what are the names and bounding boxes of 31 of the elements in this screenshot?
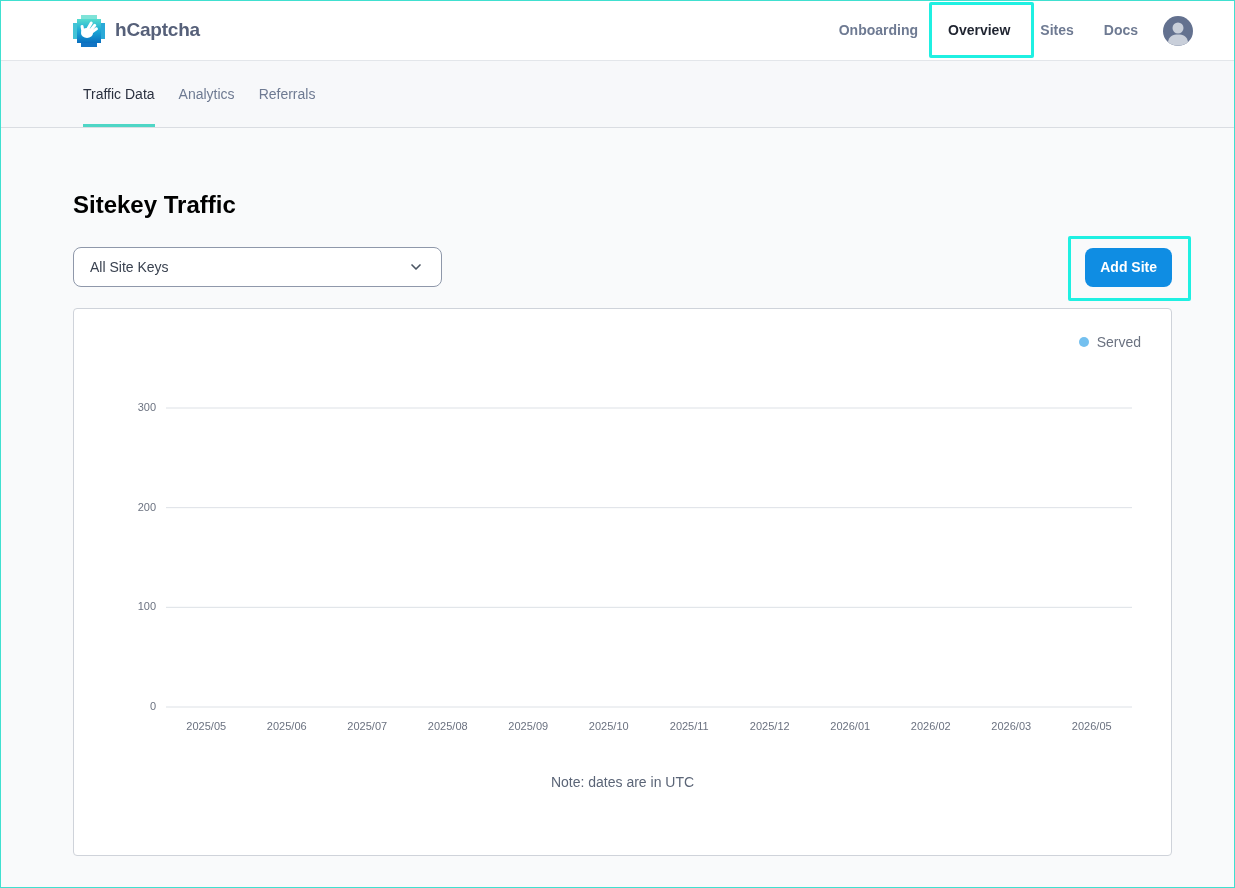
- nav-link[interactable]: Sites: [1025, 1, 1089, 60]
- tab[interactable]: Traffic Data: [83, 61, 155, 127]
- nav-link[interactable]: Overview: [933, 1, 1026, 60]
- chart-note: Note: dates are in UTC: [549, 773, 696, 792]
- nav-link[interactable]: Docs: [1088, 1, 1153, 60]
- x-axis-label: 2026/03: [991, 719, 1032, 732]
- x-axis-label: 2025/09: [508, 719, 549, 732]
- avatar-silhouette-icon[interactable]: [1163, 15, 1193, 46]
- x-axis-label: 2026/05: [1071, 719, 1112, 732]
- add-site-button[interactable]: Add Site: [1085, 247, 1172, 287]
- x-axis-label: 2025/05: [186, 719, 227, 732]
- tab[interactable]: Analytics: [178, 61, 235, 127]
- x-axis-label: 2025/06: [266, 719, 307, 732]
- legend-label: Served: [1096, 332, 1141, 352]
- page-title: Sitekey Traffic: [73, 190, 237, 220]
- y-axis-label: 100: [137, 600, 156, 613]
- x-axis-label: 2026/02: [910, 719, 951, 732]
- y-axis-label: 300: [137, 400, 156, 413]
- tab[interactable]: Referrals: [258, 61, 316, 127]
- site-key-select[interactable]: All Site Keys: [73, 247, 442, 287]
- x-axis-label: 2025/10: [588, 719, 629, 732]
- x-axis-label: 2025/11: [669, 719, 709, 732]
- nav-link[interactable]: Onboarding: [823, 1, 934, 60]
- x-axis-label: 2025/12: [749, 719, 790, 732]
- y-axis-label: 200: [137, 500, 156, 513]
- x-axis-label: 2025/08: [427, 719, 468, 732]
- y-axis-label: 0: [149, 699, 156, 712]
- logo-text: hCaptcha: [115, 18, 200, 43]
- x-axis-label: 2026/01: [830, 719, 871, 732]
- hand-logo-icon: [73, 14, 105, 47]
- x-axis-label: 2025/07: [347, 719, 388, 732]
